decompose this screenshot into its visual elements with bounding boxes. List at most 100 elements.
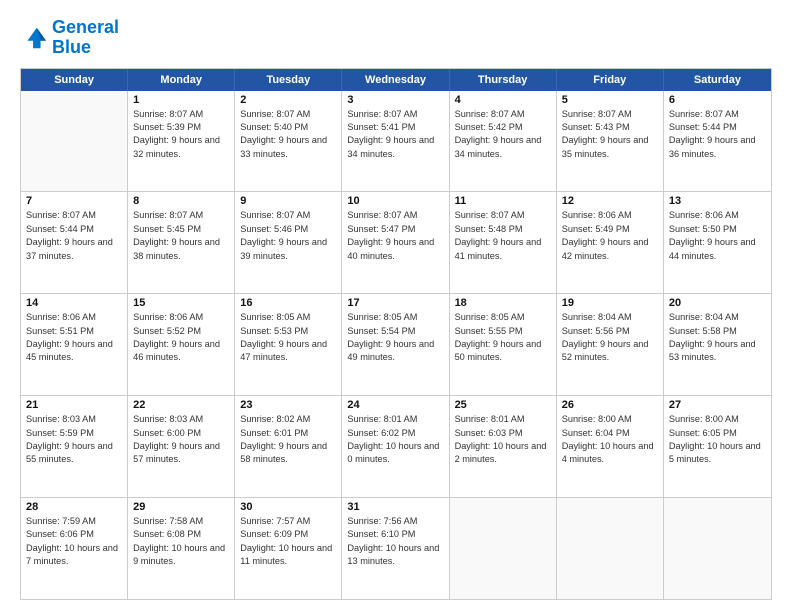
day-cell-25: 25Sunrise: 8:01 AMSunset: 6:03 PMDayligh…: [450, 396, 557, 497]
weekday-header-friday: Friday: [557, 69, 664, 91]
sunrise-text: Sunrise: 8:07 AM: [133, 108, 229, 121]
sunrise-text: Sunrise: 7:59 AM: [26, 515, 122, 528]
sunset-text: Sunset: 5:48 PM: [455, 223, 551, 236]
day-number: 11: [455, 195, 551, 207]
day-number: 31: [347, 501, 443, 513]
weekday-header-tuesday: Tuesday: [235, 69, 342, 91]
day-cell-24: 24Sunrise: 8:01 AMSunset: 6:02 PMDayligh…: [342, 396, 449, 497]
sunset-text: Sunset: 5:49 PM: [562, 223, 658, 236]
day-cell-19: 19Sunrise: 8:04 AMSunset: 5:56 PMDayligh…: [557, 294, 664, 395]
sunrise-text: Sunrise: 7:56 AM: [347, 515, 443, 528]
sunset-text: Sunset: 5:46 PM: [240, 223, 336, 236]
day-number: 7: [26, 195, 122, 207]
sunrise-text: Sunrise: 8:01 AM: [347, 413, 443, 426]
day-cell-2: 2Sunrise: 8:07 AMSunset: 5:40 PMDaylight…: [235, 91, 342, 192]
day-cell-23: 23Sunrise: 8:02 AMSunset: 6:01 PMDayligh…: [235, 396, 342, 497]
daylight-text: Daylight: 9 hours and 38 minutes.: [133, 236, 229, 263]
sunrise-text: Sunrise: 8:01 AM: [455, 413, 551, 426]
daylight-text: Daylight: 9 hours and 42 minutes.: [562, 236, 658, 263]
day-cell-9: 9Sunrise: 8:07 AMSunset: 5:46 PMDaylight…: [235, 192, 342, 293]
sunset-text: Sunset: 5:44 PM: [26, 223, 122, 236]
sunset-text: Sunset: 5:42 PM: [455, 121, 551, 134]
sunrise-text: Sunrise: 8:07 AM: [669, 108, 766, 121]
daylight-text: Daylight: 9 hours and 33 minutes.: [240, 134, 336, 161]
sunrise-text: Sunrise: 8:07 AM: [347, 108, 443, 121]
calendar-row-0: 1Sunrise: 8:07 AMSunset: 5:39 PMDaylight…: [21, 91, 771, 192]
calendar-row-2: 14Sunrise: 8:06 AMSunset: 5:51 PMDayligh…: [21, 293, 771, 395]
day-cell-20: 20Sunrise: 8:04 AMSunset: 5:58 PMDayligh…: [664, 294, 771, 395]
daylight-text: Daylight: 9 hours and 46 minutes.: [133, 338, 229, 365]
daylight-text: Daylight: 10 hours and 2 minutes.: [455, 440, 551, 467]
sunrise-text: Sunrise: 8:07 AM: [240, 108, 336, 121]
sunrise-text: Sunrise: 8:07 AM: [455, 108, 551, 121]
day-cell-5: 5Sunrise: 8:07 AMSunset: 5:43 PMDaylight…: [557, 91, 664, 192]
day-number: 13: [669, 195, 766, 207]
day-cell-1: 1Sunrise: 8:07 AMSunset: 5:39 PMDaylight…: [128, 91, 235, 192]
daylight-text: Daylight: 9 hours and 53 minutes.: [669, 338, 766, 365]
sunrise-text: Sunrise: 7:58 AM: [133, 515, 229, 528]
sunrise-text: Sunrise: 8:07 AM: [562, 108, 658, 121]
calendar-row-3: 21Sunrise: 8:03 AMSunset: 5:59 PMDayligh…: [21, 395, 771, 497]
daylight-text: Daylight: 9 hours and 39 minutes.: [240, 236, 336, 263]
sunrise-text: Sunrise: 8:00 AM: [562, 413, 658, 426]
day-cell-27: 27Sunrise: 8:00 AMSunset: 6:05 PMDayligh…: [664, 396, 771, 497]
sunset-text: Sunset: 6:02 PM: [347, 427, 443, 440]
sunset-text: Sunset: 5:43 PM: [562, 121, 658, 134]
day-number: 30: [240, 501, 336, 513]
day-number: 18: [455, 297, 551, 309]
empty-cell-4-4: [450, 498, 557, 599]
sunrise-text: Sunrise: 8:05 AM: [240, 311, 336, 324]
day-number: 19: [562, 297, 658, 309]
sunrise-text: Sunrise: 8:06 AM: [133, 311, 229, 324]
sunrise-text: Sunrise: 8:07 AM: [455, 209, 551, 222]
sunset-text: Sunset: 6:10 PM: [347, 528, 443, 541]
daylight-text: Daylight: 9 hours and 49 minutes.: [347, 338, 443, 365]
day-number: 4: [455, 94, 551, 106]
day-number: 14: [26, 297, 122, 309]
sunset-text: Sunset: 6:04 PM: [562, 427, 658, 440]
day-number: 5: [562, 94, 658, 106]
daylight-text: Daylight: 9 hours and 32 minutes.: [133, 134, 229, 161]
day-cell-17: 17Sunrise: 8:05 AMSunset: 5:54 PMDayligh…: [342, 294, 449, 395]
day-number: 24: [347, 399, 443, 411]
calendar-header: SundayMondayTuesdayWednesdayThursdayFrid…: [21, 69, 771, 91]
weekday-header-wednesday: Wednesday: [342, 69, 449, 91]
day-number: 21: [26, 399, 122, 411]
day-number: 12: [562, 195, 658, 207]
day-number: 9: [240, 195, 336, 207]
day-number: 28: [26, 501, 122, 513]
day-number: 10: [347, 195, 443, 207]
day-number: 15: [133, 297, 229, 309]
daylight-text: Daylight: 9 hours and 34 minutes.: [455, 134, 551, 161]
sunset-text: Sunset: 6:06 PM: [26, 528, 122, 541]
sunset-text: Sunset: 6:00 PM: [133, 427, 229, 440]
day-number: 27: [669, 399, 766, 411]
sunrise-text: Sunrise: 8:06 AM: [26, 311, 122, 324]
daylight-text: Daylight: 9 hours and 41 minutes.: [455, 236, 551, 263]
sunrise-text: Sunrise: 8:07 AM: [347, 209, 443, 222]
day-cell-4: 4 Sunrise: 8:07 AMSunset: 5:42 PMDaylight…: [450, 91, 557, 192]
empty-cell-4-6: [664, 498, 771, 599]
sunset-text: Sunset: 6:05 PM: [669, 427, 766, 440]
day-cell-13: 13Sunrise: 8:06 AMSunset: 5:50 PMDayligh…: [664, 192, 771, 293]
day-cell-6: 6Sunrise: 8:07 AMSunset: 5:44 PMDaylight…: [664, 91, 771, 192]
daylight-text: Daylight: 10 hours and 11 minutes.: [240, 542, 336, 569]
daylight-text: Daylight: 9 hours and 47 minutes.: [240, 338, 336, 365]
calendar-row-1: 7 Sunrise: 8:07 AM Sunset: 5:44 PM Daylight…: [21, 191, 771, 293]
sunrise-text: Sunrise: 8:04 AM: [669, 311, 766, 324]
day-number: 17: [347, 297, 443, 309]
sunset-text: Sunset: 5:56 PM: [562, 325, 658, 338]
empty-cell-4-5: [557, 498, 664, 599]
day-cell-8: 8Sunrise: 8:07 AMSunset: 5:45 PMDaylight…: [128, 192, 235, 293]
daylight-text: Daylight: 9 hours and 36 minutes.: [669, 134, 766, 161]
day-number: 29: [133, 501, 229, 513]
day-number: 8: [133, 195, 229, 207]
day-cell-28: 28Sunrise: 7:59 AMSunset: 6:06 PMDayligh…: [21, 498, 128, 599]
sunset-text: Sunset: 5:45 PM: [133, 223, 229, 236]
daylight-text: Daylight: 9 hours and 45 minutes.: [26, 338, 122, 365]
empty-cell-0-0: [21, 91, 128, 192]
sunrise-text: Sunrise: 8:05 AM: [455, 311, 551, 324]
day-cell-29: 29Sunrise: 7:58 AMSunset: 6:08 PMDayligh…: [128, 498, 235, 599]
day-cell-22: 22Sunrise: 8:03 AMSunset: 6:00 PMDayligh…: [128, 396, 235, 497]
logo-text: General Blue: [52, 18, 119, 58]
